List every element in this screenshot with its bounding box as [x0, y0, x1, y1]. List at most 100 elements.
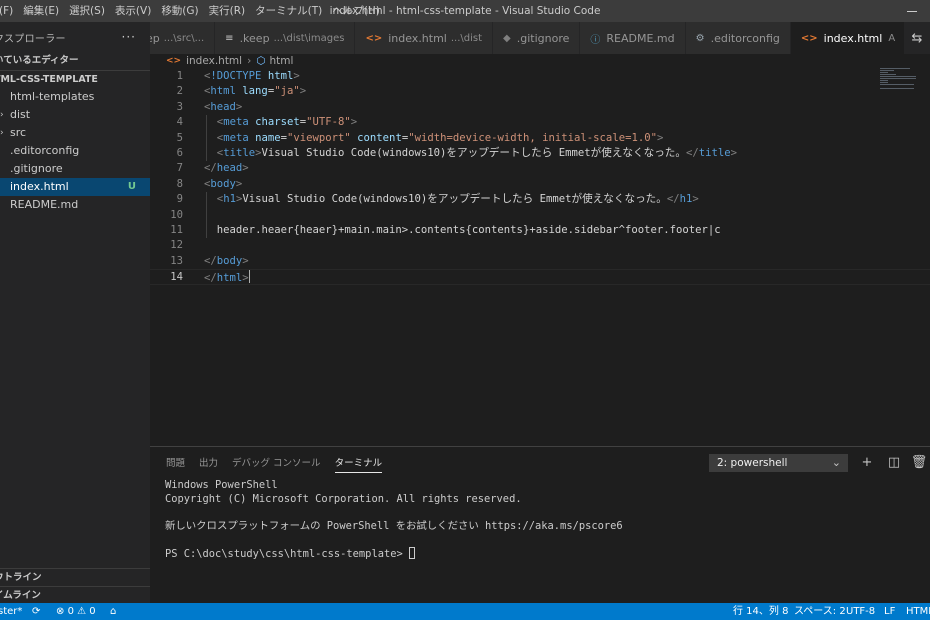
code-token: </ [204, 162, 217, 175]
file-label: html-templates [10, 90, 95, 103]
more-actions-button[interactable]: ··· [122, 30, 136, 44]
code-content: <!DOCTYPE html> [204, 69, 300, 84]
code-token: > [656, 131, 664, 144]
problems-indicator[interactable]: ⊗ 0 ⚠ 0 [56, 603, 96, 620]
panel-tab[interactable]: ターミナル [334, 447, 382, 480]
panel-tab[interactable]: 出力 [199, 447, 218, 480]
code-line[interactable]: 13 </body> [150, 254, 930, 269]
code-token: > [299, 85, 307, 98]
tab-status-marker: A [888, 32, 896, 44]
encoding[interactable]: UTF-8 [846, 603, 875, 620]
kill-terminal-button[interactable]: 🗑 [909, 453, 929, 473]
sync-icon[interactable]: ⟳ [32, 603, 40, 620]
code-line[interactable]: 6 <title>Visual Studio Code(windows10)をアッ… [150, 146, 930, 161]
file-item[interactable]: .gitignore [0, 160, 150, 178]
file-item[interactable]: index.html U [0, 178, 150, 196]
code-content: header.heaer{heaer}+main.main>.contents{… [217, 223, 721, 238]
code-line[interactable]: 11 header.heaer{heaer}+main.main>.content… [150, 223, 930, 238]
code-editor[interactable]: 1 <!DOCTYPE html> 2 <html lang="ja"> 3 <head>… [150, 68, 930, 446]
code-line[interactable]: 2 <html lang="ja"> [150, 84, 930, 99]
compare-icon: ⇆ [911, 30, 923, 46]
menu-item[interactable]: 移動(G) [156, 0, 203, 22]
breadcrumb-file[interactable]: index.html [186, 55, 242, 67]
home-icon[interactable]: ⌂ [110, 603, 116, 620]
open-editors-section[interactable]: いているエディター [0, 52, 150, 70]
html-file-icon: <> [365, 32, 383, 44]
tab-label: ep [150, 31, 160, 45]
code-line[interactable]: 8 <body> [150, 177, 930, 192]
code-line[interactable]: 5 <meta name="viewport" content="width=de… [150, 131, 930, 146]
timeline-label: イムライン [0, 590, 41, 601]
line-number: 11 [170, 224, 183, 236]
terminal-select[interactable]: 2: powershell ⌄ [709, 454, 848, 472]
minimap[interactable] [880, 68, 916, 98]
file-item[interactable]: .editorconfig [0, 142, 150, 160]
compare-changes-button[interactable]: ⇆ [904, 22, 930, 54]
explorer-sidebar: クスプローラー ··· いているエディター TML-CSS-TEMPLATE h… [0, 22, 150, 603]
file-item[interactable]: html-templates [0, 88, 150, 106]
code-content: </head> [204, 161, 249, 176]
code-token: meta [223, 131, 249, 144]
menu-item[interactable]: ターミナル(T) [250, 0, 327, 22]
code-line[interactable]: 1 <!DOCTYPE html> [150, 69, 930, 84]
editor-tab[interactable]: ep...\src\... [150, 22, 216, 54]
code-token: name [255, 131, 281, 144]
outline-label: ウトライン [0, 572, 42, 583]
tab-description: ...\src\... [163, 32, 205, 44]
panel-tab[interactable]: 問題 [166, 447, 185, 480]
terminal-line: Windows PowerShell [165, 479, 925, 493]
git-file-icon: ◆ [503, 32, 511, 44]
terminal-line: PS C:\doc\study\css\html-css-template> [165, 546, 925, 561]
panel-tab[interactable]: デバッグ コンソール [232, 447, 321, 480]
timeline-section[interactable]: イムライン [0, 586, 150, 603]
code-line[interactable]: 12 [150, 238, 930, 253]
breadcrumb-element[interactable]: html [269, 55, 293, 67]
code-line[interactable]: 10 [150, 208, 930, 223]
code-line[interactable]: 4 <meta charset="UTF-8"> [150, 115, 930, 130]
file-label: dist [10, 108, 31, 121]
code-token: </ [685, 147, 699, 159]
editor-tab[interactable]: ⓘ README.md [580, 22, 686, 54]
line-number: 12 [170, 239, 183, 252]
editor-tab[interactable]: ≡ .keep ...\dist\images [215, 22, 356, 54]
code-content: <title>Visual Studio Code(windows10)をアップ… [217, 146, 737, 161]
language-mode[interactable]: HTML [906, 603, 930, 620]
menu-item[interactable]: 実行(R) [204, 0, 251, 22]
menu-item[interactable]: ヘルプ(H) [327, 0, 385, 22]
project-section[interactable]: TML-CSS-TEMPLATE [0, 70, 150, 88]
line-number: 1 [176, 70, 183, 82]
terminal-output[interactable]: Windows PowerShell Copyright (C) Microsof… [165, 479, 925, 561]
minimize-button[interactable] [894, 0, 930, 22]
line-number: 3 [176, 100, 183, 113]
code-line[interactable]: 14 </html> [150, 269, 930, 285]
menu-item[interactable]: (F) [0, 0, 18, 22]
code-token: head [210, 100, 236, 113]
chevron-right-icon: › [0, 128, 4, 138]
gear-file-icon: ⚙ [695, 32, 705, 44]
indentation[interactable]: スペース: 2 [794, 603, 846, 620]
file-item[interactable]: README.md [0, 196, 150, 214]
code-line[interactable]: 7 </head> [150, 161, 930, 176]
code-token: title [223, 147, 256, 159]
editor-tab[interactable]: ⚙ .editorconfig [685, 22, 791, 54]
error-icon: ⊗ [56, 606, 65, 617]
split-terminal-button[interactable]: ◫ [884, 453, 904, 473]
warning-count: 0 [89, 606, 96, 617]
code-line[interactable]: 9 <h1>Visual Studio Code(windows10)をアップデー… [150, 192, 930, 207]
code-line[interactable]: 3 <head> [150, 100, 930, 115]
new-terminal-button[interactable]: + [857, 453, 877, 473]
menu-item[interactable]: 編集(E) [18, 0, 64, 22]
folder-item[interactable]: › dist [0, 106, 150, 124]
branch-indicator[interactable]: ster* [0, 603, 22, 620]
editor-tab[interactable]: <> index.html ...\dist [355, 22, 494, 54]
editor-tab[interactable]: ◆ .gitignore [493, 22, 581, 54]
cursor-position[interactable]: 行 14、列 8 [733, 603, 788, 620]
end-of-line[interactable]: LF [884, 603, 895, 620]
editor-tab[interactable]: <> index.html A [790, 22, 907, 54]
outline-section[interactable]: ウトライン [0, 568, 150, 586]
code-token: h1 [223, 193, 236, 206]
menu-item[interactable]: 表示(V) [110, 0, 156, 22]
menu-item[interactable]: 選択(S) [64, 0, 110, 22]
folder-item[interactable]: › src [0, 124, 150, 142]
bottom-panel: 問題 出力 デバッグ コンソール ターミナル 2: powershell ⌄ + ◫ … [150, 446, 930, 603]
